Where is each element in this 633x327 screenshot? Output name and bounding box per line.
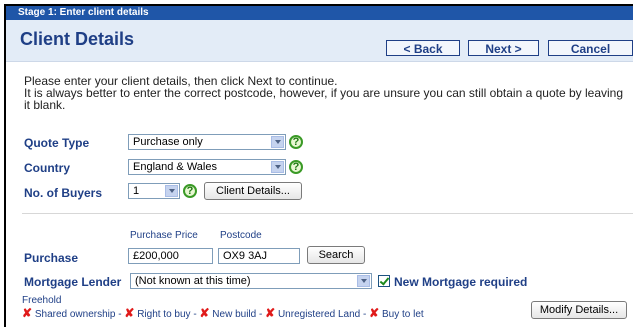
buyers-label: No. of Buyers (24, 186, 103, 200)
back-button[interactable]: < Back (386, 40, 460, 56)
help-icon[interactable]: ? (289, 135, 303, 149)
cross-icon: ✘ (22, 306, 33, 320)
next-button[interactable]: Next > (468, 40, 539, 56)
quote-type-label: Quote Type (24, 136, 90, 150)
buyers-select[interactable]: 1 (128, 183, 180, 199)
section-divider (22, 213, 633, 214)
quote-type-value: Purchase only (133, 136, 203, 148)
purchase-price-input[interactable]: £200,000 (128, 248, 213, 264)
client-details-button[interactable]: Client Details... (204, 182, 302, 200)
cross-icon: ✘ (265, 306, 276, 320)
flag-buy-to-let: Buy to let (381, 309, 424, 320)
purchase-price-label: Purchase Price (130, 230, 198, 241)
chevron-down-icon (271, 136, 284, 148)
new-mortgage-label: New Mortgage required (394, 275, 528, 289)
new-mortgage-checkbox[interactable] (378, 275, 390, 287)
cross-icon: ✘ (369, 306, 380, 320)
mortgage-lender-label: Mortgage Lender (24, 275, 122, 289)
freehold-label: Freehold (22, 295, 62, 306)
stage-bar: Stage 1: Enter client details (6, 6, 633, 20)
country-value: England & Wales (133, 161, 217, 173)
property-flags: ✘ Shared ownership - ✘ Right to buy - ✘ … (22, 306, 424, 320)
page-title: Client Details (20, 29, 135, 49)
cross-icon: ✘ (199, 306, 210, 320)
chevron-down-icon (357, 275, 370, 287)
flag-right-to-buy: Right to buy (137, 309, 191, 320)
country-label: Country (24, 161, 70, 175)
intro-text: Please enter your client details, then c… (24, 75, 630, 111)
search-button[interactable]: Search (307, 246, 365, 264)
postcode-input[interactable]: OX9 3AJ (218, 248, 300, 264)
cancel-button[interactable]: Cancel (548, 40, 633, 56)
help-icon[interactable]: ? (289, 160, 303, 174)
flag-unregistered-land: Unregistered Land (277, 309, 361, 320)
chevron-down-icon (165, 185, 178, 197)
modify-details-button[interactable]: Modify Details... (531, 301, 627, 319)
buyers-value: 1 (133, 185, 140, 197)
country-select[interactable]: England & Wales (128, 159, 286, 175)
postcode-label: Postcode (220, 230, 262, 241)
help-icon[interactable]: ? (183, 184, 197, 198)
mortgage-lender-value: (Not known at this time) (135, 275, 251, 287)
intro-line-2: It is always better to enter the correct… (24, 86, 624, 112)
mortgage-lender-select[interactable]: (Not known at this time) (130, 273, 372, 289)
flag-shared-ownership: Shared ownership (34, 309, 116, 320)
cross-icon: ✘ (124, 306, 135, 320)
purchase-label: Purchase (24, 251, 79, 265)
flag-new-build: New build (212, 309, 257, 320)
quote-type-select[interactable]: Purchase only (128, 134, 286, 150)
page-header: Client Details < Back Next > Cancel (6, 20, 633, 62)
chevron-down-icon (271, 161, 284, 173)
